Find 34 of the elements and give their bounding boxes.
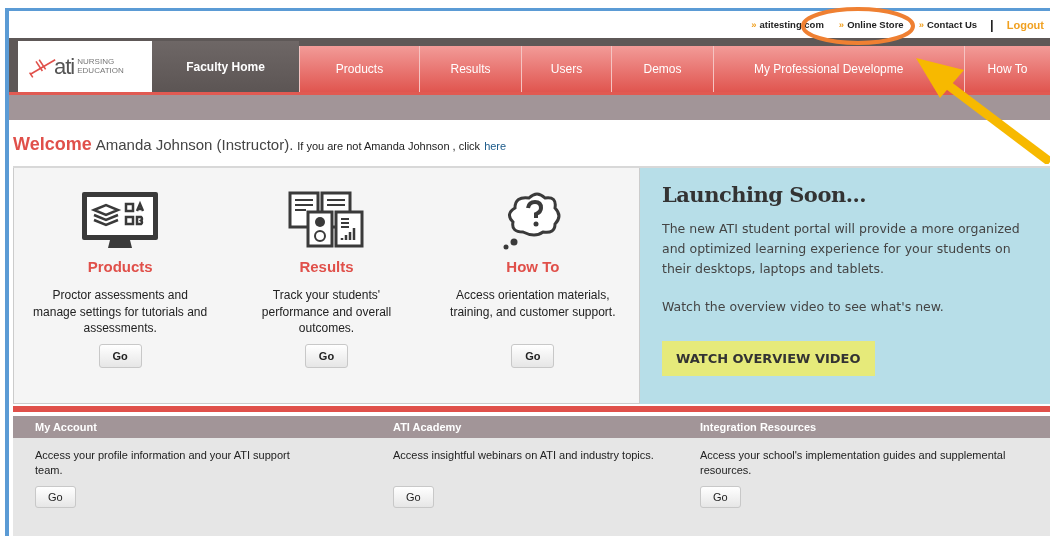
section-title: Integration Resources bbox=[699, 421, 818, 433]
feature-description: Access orientation materials, training, and customer support. bbox=[449, 287, 617, 321]
chevron-icon: » bbox=[751, 19, 757, 30]
section-description: Access your school's implementation guides and supplemental resources. bbox=[700, 448, 1007, 478]
chevron-icon: » bbox=[838, 19, 845, 30]
feature-description: Proctor assessments and manage settings for tutorials and assessments. bbox=[32, 287, 209, 337]
promo-text: The new ATI student portal will provide a more organized and optimized learning experience for your students on their desktops, laptops and tablets. bbox=[662, 220, 1021, 278]
go-button[interactable]: Go bbox=[700, 486, 741, 508]
logo-subtitle: NURSING EDUCATION bbox=[77, 57, 125, 76]
section-title: ATI Academy bbox=[392, 421, 463, 433]
section-description: Access your profile information and your ATI support team. bbox=[35, 448, 291, 478]
welcome-heading: Welcome bbox=[13, 134, 92, 155]
go-button[interactable]: Go bbox=[511, 344, 555, 368]
feature-title: How To bbox=[506, 258, 560, 275]
promo-note: Watch the overview video to see what's new. bbox=[662, 298, 945, 316]
logo-text: ati bbox=[54, 53, 75, 80]
promo-title: Launching Soon... bbox=[662, 182, 868, 207]
link-divider: | bbox=[990, 17, 994, 32]
go-button[interactable]: Go bbox=[98, 344, 142, 368]
top-link[interactable]: Contact Us bbox=[926, 19, 978, 30]
section-title: My Account bbox=[34, 421, 98, 433]
here-link[interactable]: here bbox=[484, 140, 507, 152]
top-link[interactable]: Online Store bbox=[847, 19, 904, 30]
feature-title: Products bbox=[87, 258, 153, 275]
chevron-icon: » bbox=[918, 19, 924, 30]
feature-description: Track your students' performance and overall outcomes. bbox=[260, 287, 393, 337]
go-button[interactable]: Go bbox=[304, 344, 349, 368]
section-description: Access insightful webinars on ATI and industry topics. bbox=[393, 448, 655, 463]
user-name: Amanda Johnson (Instructor). bbox=[95, 136, 294, 153]
welcome-text: If you are not Amanda Johnson , click bbox=[297, 140, 481, 152]
go-button[interactable]: Go bbox=[393, 486, 434, 508]
watch-video-button[interactable]: WATCH OVERVIEW VIDEO bbox=[662, 341, 875, 376]
feature-title: Results bbox=[299, 258, 354, 275]
go-button[interactable]: Go bbox=[35, 486, 76, 508]
